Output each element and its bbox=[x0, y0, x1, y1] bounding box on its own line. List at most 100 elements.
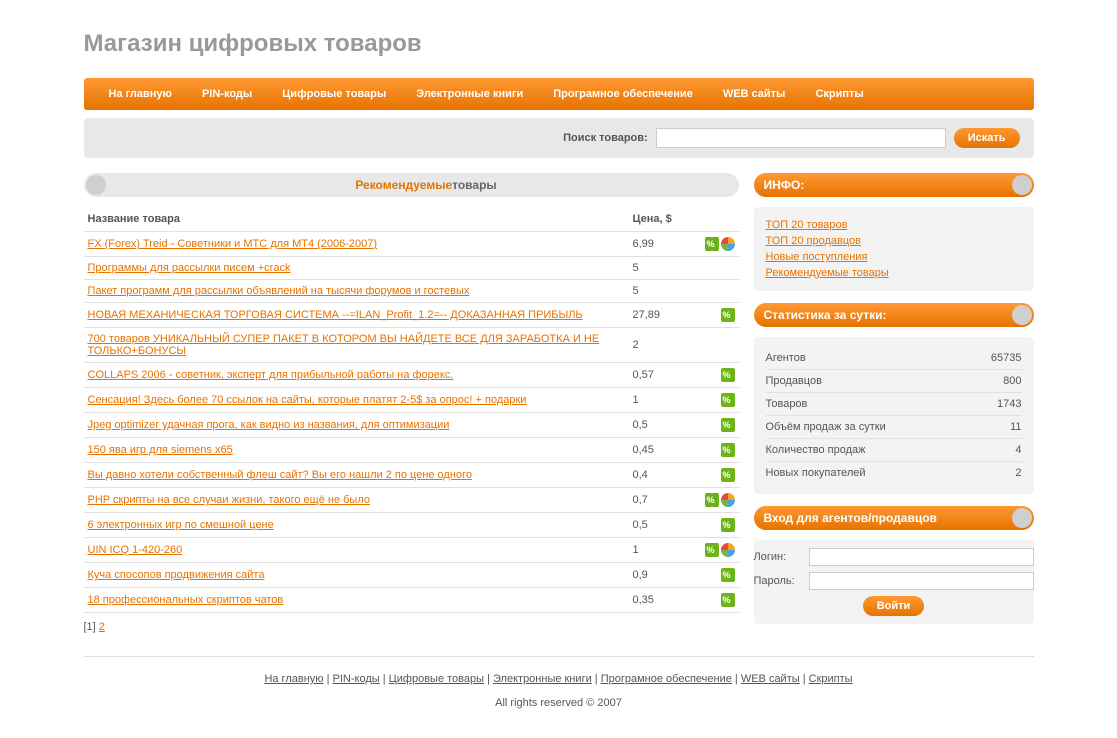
info-box: ТОП 20 товаровТОП 20 продавцовНовые пост… bbox=[754, 207, 1034, 291]
nav-link[interactable]: Скрипты bbox=[800, 88, 878, 100]
table-row: 150 ява игр для siemens x650,45 bbox=[84, 438, 739, 463]
page-link[interactable]: 2 bbox=[99, 621, 105, 633]
pagination: [1] 2 bbox=[84, 621, 739, 633]
percent-icon bbox=[721, 393, 735, 407]
login-label: Логин: bbox=[754, 551, 809, 563]
col-price: Цена, $ bbox=[629, 207, 699, 232]
nav-link[interactable]: На главную bbox=[94, 88, 187, 100]
product-link[interactable]: UIN ICQ 1-420-260 bbox=[88, 544, 183, 556]
stats-row: Новых покупателей2 bbox=[766, 462, 1022, 484]
product-price: 0,5 bbox=[629, 513, 699, 538]
product-price: 6,99 bbox=[629, 232, 699, 257]
product-link[interactable]: COLLAPS 2006 - советник, эксперт для при… bbox=[88, 369, 454, 381]
stats-box: Агентов65735Продавцов800Товаров1743Объём… bbox=[754, 337, 1034, 494]
product-link[interactable]: Куча спосопов продвижения сайта bbox=[88, 569, 265, 581]
globe-icon bbox=[721, 543, 735, 557]
nav-link[interactable]: WEB сайты bbox=[708, 88, 801, 100]
percent-icon bbox=[721, 418, 735, 432]
login-input[interactable] bbox=[809, 548, 1034, 566]
footer-link[interactable]: Скрипты bbox=[809, 673, 853, 685]
stats-row: Объём продаж за сутки11 bbox=[766, 416, 1022, 439]
product-link[interactable]: Сенсация! Здесь более 70 ссылок на сайты… bbox=[88, 394, 527, 406]
footer-link[interactable]: WEB сайты bbox=[741, 673, 800, 685]
stats-row: Товаров1743 bbox=[766, 393, 1022, 416]
percent-icon bbox=[721, 593, 735, 607]
table-row: Jpeg optimizer удачная прога, как видно … bbox=[84, 413, 739, 438]
info-title: ИНФО: bbox=[754, 173, 1034, 197]
percent-icon bbox=[721, 308, 735, 322]
table-row: 18 профессиональных скриптов чатов 0,35 bbox=[84, 588, 739, 613]
login-button[interactable]: Войти bbox=[863, 596, 925, 616]
product-link[interactable]: Программы для рассылки писем +crack bbox=[88, 262, 291, 274]
search-input[interactable] bbox=[656, 128, 946, 148]
globe-icon bbox=[721, 493, 735, 507]
header: Магазин цифровых товаров bbox=[84, 0, 1034, 78]
product-price: 0,35 bbox=[629, 588, 699, 613]
product-link[interactable]: 150 ява игр для siemens x65 bbox=[88, 444, 233, 456]
product-link[interactable]: Jpeg optimizer удачная прога, как видно … bbox=[88, 419, 450, 431]
product-link[interactable]: 700 товаров УНИКАЛЬНЫЙ СУПЕР ПАКЕТ В КОТ… bbox=[88, 333, 600, 357]
percent-icon bbox=[721, 468, 735, 482]
footer-link[interactable]: Электронные книги bbox=[493, 673, 592, 685]
product-price: 5 bbox=[629, 280, 699, 303]
products-table: Название товара Цена, $ FX (Forex) Treid… bbox=[84, 207, 739, 613]
product-price: 2 bbox=[629, 328, 699, 363]
footer-link[interactable]: Програмное обеспечение bbox=[601, 673, 732, 685]
password-label: Пароль: bbox=[754, 575, 809, 587]
percent-icon bbox=[721, 568, 735, 582]
table-row: UIN ICQ 1-420-2601 bbox=[84, 538, 739, 563]
product-link[interactable]: 18 профессиональных скриптов чатов bbox=[88, 594, 284, 606]
nav-link[interactable]: Програмное обеспечение bbox=[538, 88, 708, 100]
nav-link[interactable]: Цифровые товары bbox=[267, 88, 401, 100]
stats-row: Агентов65735 bbox=[766, 347, 1022, 370]
info-link[interactable]: Новые поступления bbox=[766, 249, 1022, 265]
table-row: FX (Forex) Treid - Советники и МТС для M… bbox=[84, 232, 739, 257]
divider bbox=[84, 656, 1034, 657]
product-link[interactable]: НОВАЯ МЕХАНИЧЕСКАЯ ТОРГОВАЯ СИСТЕМА --=I… bbox=[88, 309, 583, 321]
password-input[interactable] bbox=[809, 572, 1034, 590]
percent-icon bbox=[705, 543, 719, 557]
stats-row: Количество продаж4 bbox=[766, 439, 1022, 462]
product-link[interactable]: Вы давно хотели собственный флеш сайт? В… bbox=[88, 469, 472, 481]
recommended-title: Рекомендуемые товары bbox=[84, 173, 739, 197]
product-link[interactable]: PHP скрипты на все случаи жизни, такого … bbox=[88, 494, 370, 506]
footer-links: На главную | PIN-коды | Цифровые товары … bbox=[84, 667, 1034, 691]
search-button[interactable]: Искать bbox=[954, 128, 1020, 148]
nav-link[interactable]: PIN-коды bbox=[187, 88, 267, 100]
product-link[interactable]: 6 электронных игр по смешной цене bbox=[88, 519, 274, 531]
product-link[interactable]: Пакет программ для рассылки объявлений н… bbox=[88, 285, 470, 297]
product-price: 1 bbox=[629, 388, 699, 413]
table-row: Программы для рассылки писем +crack 5 bbox=[84, 257, 739, 280]
table-row: Вы давно хотели собственный флеш сайт? В… bbox=[84, 463, 739, 488]
table-row: PHP скрипты на все случаи жизни, такого … bbox=[84, 488, 739, 513]
footer-link[interactable]: PIN-коды bbox=[333, 673, 380, 685]
product-price: 5 bbox=[629, 257, 699, 280]
info-link[interactable]: ТОП 20 товаров bbox=[766, 217, 1022, 233]
info-link[interactable]: Рекомендуемые товары bbox=[766, 265, 1022, 281]
product-price: 27,89 bbox=[629, 303, 699, 328]
main-nav: На главнуюPIN-кодыЦифровые товарыЭлектро… bbox=[84, 78, 1034, 110]
info-link[interactable]: ТОП 20 продавцов bbox=[766, 233, 1022, 249]
percent-icon bbox=[721, 368, 735, 382]
search-label: Поиск товаров: bbox=[563, 132, 648, 144]
search-bar: Поиск товаров: Искать bbox=[84, 118, 1034, 158]
table-row: НОВАЯ МЕХАНИЧЕСКАЯ ТОРГОВАЯ СИСТЕМА --=I… bbox=[84, 303, 739, 328]
product-link[interactable]: FX (Forex) Treid - Советники и МТС для M… bbox=[88, 238, 378, 250]
percent-icon bbox=[705, 237, 719, 251]
table-row: 6 электронных игр по смешной цене 0,5 bbox=[84, 513, 739, 538]
product-price: 0,57 bbox=[629, 363, 699, 388]
copyright: All rights reserved © 2007 bbox=[84, 691, 1034, 729]
product-price: 0,4 bbox=[629, 463, 699, 488]
footer-link[interactable]: На главную bbox=[264, 673, 323, 685]
site-title: Магазин цифровых товаров bbox=[84, 30, 1034, 58]
page-current: [1] bbox=[84, 621, 96, 633]
col-name: Название товара bbox=[84, 207, 629, 232]
globe-icon bbox=[721, 237, 735, 251]
percent-icon bbox=[721, 443, 735, 457]
footer-link[interactable]: Цифровые товары bbox=[389, 673, 484, 685]
login-title: Вход для агентов/продавцов bbox=[754, 506, 1034, 530]
nav-link[interactable]: Электронные книги bbox=[401, 88, 538, 100]
table-row: 700 товаров УНИКАЛЬНЫЙ СУПЕР ПАКЕТ В КОТ… bbox=[84, 328, 739, 363]
table-row: COLLAPS 2006 - советник, эксперт для при… bbox=[84, 363, 739, 388]
table-row: Куча спосопов продвижения сайта0,9 bbox=[84, 563, 739, 588]
